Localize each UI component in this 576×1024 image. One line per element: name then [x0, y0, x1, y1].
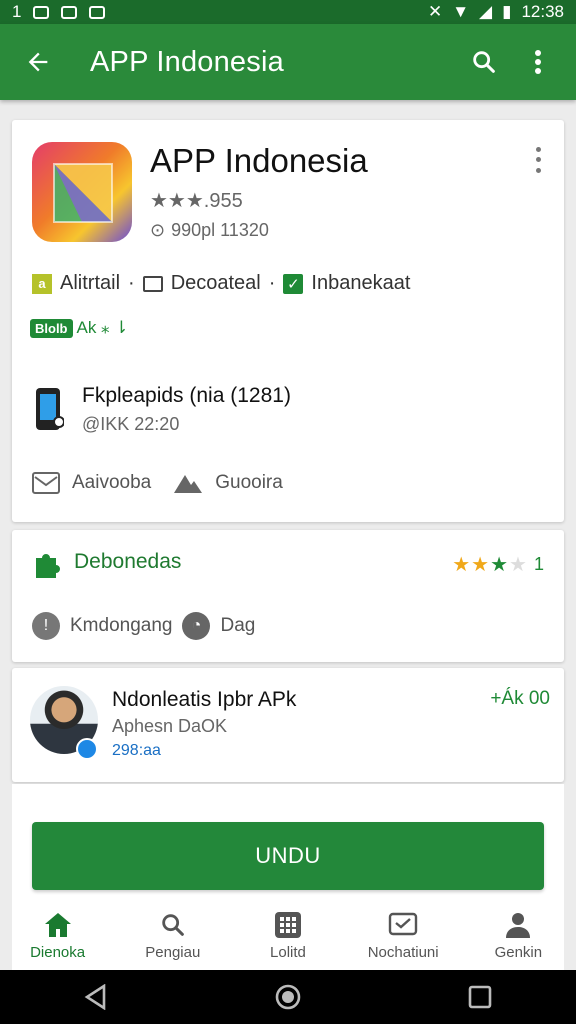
check-box-icon: ✓ — [283, 273, 304, 294]
download-notification-icon — [89, 5, 106, 19]
share-action-label: Aaivooba — [72, 472, 152, 493]
tag-label-3[interactable]: Inbanekaat — [311, 272, 410, 295]
editor-badge: Blolb — [30, 318, 73, 338]
app-logo-icon — [32, 142, 132, 242]
app-toolbar: APP Indonesia — [0, 24, 576, 100]
arrow-left-icon — [28, 52, 48, 72]
share-action[interactable]: Aaivooba — [32, 472, 151, 494]
chip-label-2[interactable]: Dag — [220, 615, 255, 637]
person-icon — [503, 910, 533, 940]
nav-home[interactable]: Dienoka — [8, 910, 108, 961]
bottom-navigation: Dienoka Pengiau Lolitd Nochatiuni Genkin — [0, 910, 576, 970]
star-icon: ★ — [471, 554, 490, 576]
nav-notifications[interactable]: Nochatiuni — [353, 910, 453, 961]
chip-label-1[interactable]: Kmdongang — [70, 615, 172, 637]
mountain-icon — [174, 475, 203, 493]
nav-apps-label: Lolitd — [270, 944, 306, 961]
rating-number: 1 — [533, 554, 544, 574]
nav-home-label: Dienoka — [30, 944, 86, 961]
system-navigation — [0, 970, 576, 1024]
star-icon: ★ — [490, 554, 509, 576]
system-back-button[interactable] — [76, 977, 116, 1017]
back-button[interactable] — [16, 40, 60, 84]
info-circle-icon: ! — [32, 612, 60, 640]
message-icon — [32, 472, 60, 494]
more-vert-icon — [535, 50, 541, 74]
app-meta-text: 990pl 11320 — [171, 220, 269, 240]
permission-action[interactable]: Guooira — [173, 472, 283, 494]
search-button[interactable] — [462, 40, 506, 84]
app-rating: ★★★.955 — [150, 190, 243, 212]
wifi-icon: ▼ — [452, 2, 470, 21]
star-empty-icon: ★ — [509, 554, 527, 576]
device-compat-sub: @IKK 22:20 — [82, 414, 180, 434]
developer-stat: +Ák 00 — [490, 688, 550, 709]
badge-row: Blolb Ak ⁎ ⇂ — [30, 318, 129, 338]
app-meta: ⊙ 990pl 11320 — [150, 220, 269, 241]
toolbar-title: APP Indonesia — [90, 45, 284, 78]
status-bar: 1 ✕ ▼ ◢ ▮ 12:38 — [0, 0, 576, 24]
image-notification-icon — [61, 5, 78, 19]
square-recents-icon — [468, 985, 492, 1009]
triangle-back-icon — [84, 984, 106, 1010]
puzzle-icon — [32, 550, 62, 578]
tag-icon: a — [32, 273, 52, 294]
downloads-title[interactable]: Debonedas — [74, 550, 181, 574]
nav-notifications-label: Nochatiuni — [367, 944, 439, 961]
chat-bubble-icon: ◔ — [182, 612, 211, 640]
nav-search[interactable]: Pengiau — [123, 910, 223, 961]
developer-card[interactable]: Ndonleatis Ipbr APk Aphesn DaOK 298:aa +… — [12, 668, 564, 782]
developer-name: Ndonleatis Ipbr APk — [112, 688, 297, 711]
info-icon: ⊙ — [150, 220, 166, 240]
tag-label-1[interactable]: Alitrtail — [60, 272, 120, 295]
apps-grid-icon — [273, 910, 303, 940]
battery-icon: ▮ — [502, 2, 512, 21]
notification-icon — [33, 5, 50, 19]
mail-icon — [142, 275, 163, 292]
permission-action-label: Guooira — [215, 472, 283, 493]
developer-count: 298:aa — [112, 742, 161, 759]
notification-box-icon — [388, 910, 418, 940]
nav-search-label: Pengiau — [145, 944, 201, 961]
verified-badge-icon — [76, 738, 98, 760]
system-recents-button[interactable] — [460, 977, 500, 1017]
circle-home-icon — [275, 984, 301, 1010]
search-icon — [473, 51, 495, 73]
device-compat-title: Fkpleapids (nia (1281) — [82, 384, 291, 407]
tag-label-2[interactable]: Decoateal — [171, 272, 261, 295]
star-icon: ★ — [452, 554, 471, 576]
nav-account-label: Genkin — [494, 944, 543, 961]
search-icon — [158, 910, 188, 940]
badge-text: Ak ⁎ ⇂ — [76, 318, 129, 337]
app-header-card: APP Indonesia ★★★.955 ⊙ 990pl 11320 a Al… — [12, 120, 564, 522]
rating-stars: ★ ★ ★ ★ 1 — [452, 552, 544, 577]
nav-apps[interactable]: Lolitd — [238, 910, 338, 961]
app-tags: a Alitrtail · Decoateal · ✓ Inbanekaat — [32, 272, 410, 295]
developer-sub: Aphesn DaOK — [112, 716, 228, 736]
home-icon — [43, 910, 73, 940]
install-button[interactable]: UNDU — [32, 822, 544, 890]
card-actions: Aaivooba Guooira — [32, 472, 283, 494]
mute-icon: ✕ — [427, 2, 443, 21]
nav-account[interactable]: Genkin — [468, 910, 568, 961]
signal-icon: ◢ — [479, 2, 493, 21]
info-chips: ! Kmdongang ◔ Dag — [32, 612, 255, 640]
system-home-button[interactable] — [268, 977, 308, 1017]
card-menu-button[interactable] — [526, 144, 550, 176]
status-left-text: 1 — [12, 2, 22, 21]
phone-icon — [34, 386, 65, 432]
more-options-button[interactable] — [516, 40, 560, 84]
downloads-card: Debonedas ★ ★ ★ ★ 1 ! Kmdongang ◔ Dag — [12, 530, 564, 662]
app-name: APP Indonesia — [150, 142, 368, 179]
status-time: 12:38 — [521, 2, 564, 21]
